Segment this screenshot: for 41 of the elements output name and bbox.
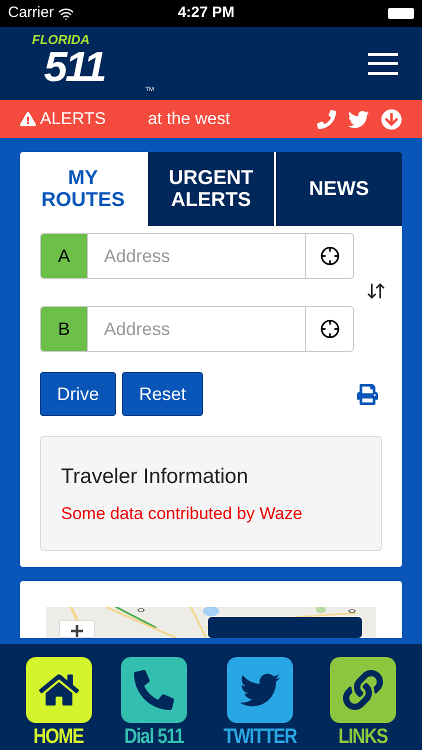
phone-icon[interactable] xyxy=(317,110,336,128)
locate-button[interactable] xyxy=(306,233,354,279)
logo-word: FLORIDA xyxy=(32,32,91,46)
nav-label: HOME xyxy=(34,726,84,747)
tab[interactable]: NEWS xyxy=(274,152,402,226)
battery-icon xyxy=(388,8,414,19)
nav-item[interactable]: TWITTER xyxy=(216,657,303,750)
carrier: Carrier xyxy=(8,3,54,24)
nav-label: TWITTER xyxy=(223,726,296,747)
logo-number: 511 xyxy=(44,46,106,88)
phone-icon xyxy=(134,670,174,710)
drive-button[interactable]: Drive xyxy=(40,372,116,416)
locate-button[interactable] xyxy=(306,306,354,352)
crosshair-icon xyxy=(320,246,340,266)
alerts-label: ALERTS xyxy=(40,108,106,130)
waypoint-label: A xyxy=(40,233,88,279)
crosshair-icon xyxy=(320,319,340,339)
swap-icon[interactable] xyxy=(366,281,386,301)
waze-note: Some data contributed by Waze xyxy=(61,502,304,524)
address-field[interactable]: Address xyxy=(88,306,306,352)
nav-item[interactable]: LINKS xyxy=(330,657,396,750)
menu-button[interactable] xyxy=(368,52,398,74)
twitter-icon[interactable] xyxy=(348,108,369,130)
link-icon xyxy=(343,670,384,710)
reset-button[interactable]: Reset xyxy=(122,372,204,416)
plus-icon xyxy=(71,625,83,637)
address-field[interactable]: Address xyxy=(88,233,306,279)
print-icon[interactable] xyxy=(357,384,378,404)
waypoint-label: B xyxy=(40,306,88,352)
clock: 4:27 PM xyxy=(178,3,235,24)
zoom-in-button[interactable] xyxy=(59,620,95,638)
alert-ticker: at the west xyxy=(148,108,230,130)
nav-label: LINKS xyxy=(338,726,388,747)
nav-label: Dial 511 xyxy=(124,726,184,747)
info-title: Traveler Information xyxy=(61,464,250,490)
wifi-icon xyxy=(58,6,74,22)
download-icon[interactable] xyxy=(381,108,402,130)
tab[interactable]: MY ROUTES xyxy=(20,152,146,226)
nav-item[interactable]: Dial 511 xyxy=(119,657,190,750)
nav-item[interactable]: HOME xyxy=(26,657,92,750)
warning-icon xyxy=(20,111,36,127)
